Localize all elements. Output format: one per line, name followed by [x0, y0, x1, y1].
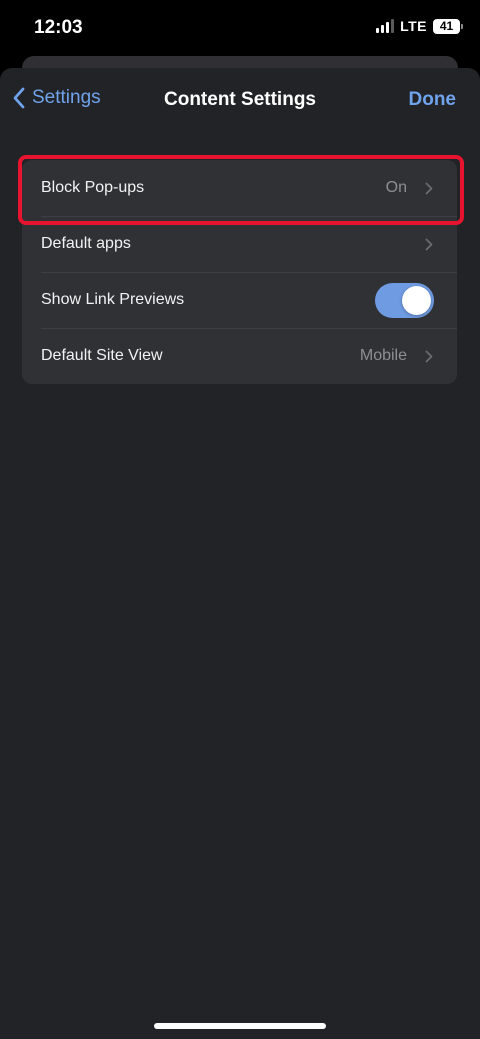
chevron-right-icon	[425, 350, 433, 362]
default-site-view-value: Mobile	[359, 347, 407, 364]
show-link-previews-row: Show Link Previews	[22, 272, 457, 328]
status-bar: 12:03 LTE 41	[0, 0, 480, 56]
chevron-right-icon	[425, 238, 433, 250]
settings-group: Block Pop-ups On Default apps Show Link …	[22, 160, 457, 384]
show-link-previews-label: Show Link Previews	[41, 291, 185, 308]
block-popups-accessory: On	[386, 160, 433, 216]
block-popups-label: Block Pop-ups	[41, 179, 145, 196]
done-button[interactable]: Done	[409, 89, 457, 111]
default-apps-row[interactable]: Default apps	[22, 216, 457, 272]
default-site-view-row[interactable]: Default Site View Mobile	[22, 328, 457, 384]
signal-icon	[376, 19, 395, 33]
battery-icon: 41	[433, 18, 463, 34]
block-popups-row[interactable]: Block Pop-ups On	[22, 160, 457, 216]
default-apps-label: Default apps	[41, 235, 131, 252]
toggle-knob	[402, 286, 431, 315]
network-type: LTE	[400, 18, 427, 34]
show-link-previews-toggle[interactable]	[375, 283, 434, 318]
navigation-bar: Settings Content Settings Done	[0, 68, 480, 132]
status-indicators: LTE 41	[376, 18, 463, 34]
chevron-right-icon	[425, 182, 433, 194]
home-indicator[interactable]	[154, 1023, 326, 1029]
battery-level: 41	[439, 19, 454, 33]
default-site-view-label: Default Site View	[41, 347, 163, 364]
block-popups-value: On	[385, 179, 407, 196]
default-apps-accessory	[425, 216, 433, 272]
status-time: 12:03	[34, 17, 83, 38]
content-settings-sheet: Settings Content Settings Done Block Pop…	[0, 68, 480, 1039]
default-site-view-accessory: Mobile	[360, 328, 433, 384]
